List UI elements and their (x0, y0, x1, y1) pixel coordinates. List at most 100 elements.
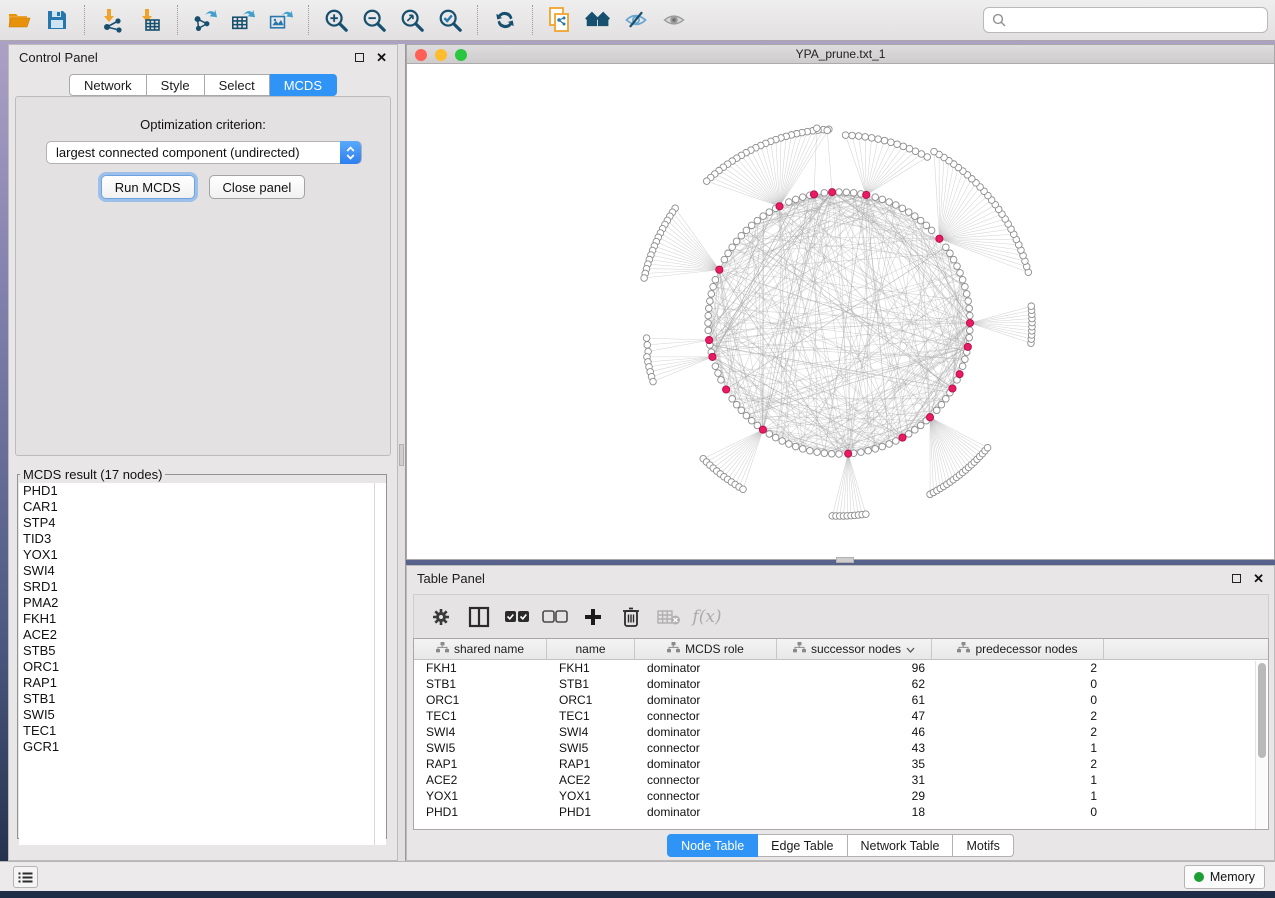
table-row[interactable]: TEC1TEC1connector472 (414, 708, 1268, 724)
first-neighbors-icon[interactable] (585, 7, 611, 33)
save-session-icon[interactable] (44, 7, 70, 33)
graph-node[interactable] (718, 377, 725, 384)
graph-node[interactable] (865, 447, 872, 454)
graph-node[interactable] (962, 283, 969, 290)
mcds-result-item[interactable]: PHD1 (19, 483, 374, 499)
graph-node[interactable] (705, 327, 712, 334)
float-panel-icon[interactable] (355, 53, 364, 62)
float-panel-icon[interactable] (1232, 574, 1241, 583)
task-history-button[interactable] (13, 866, 38, 888)
graph-node[interactable] (950, 256, 957, 263)
graph-node[interactable] (923, 222, 930, 229)
mcds-result-item[interactable]: STB1 (19, 691, 374, 707)
graph-node[interactable] (766, 209, 773, 216)
show-all-icon[interactable] (661, 7, 687, 33)
scrollbar-thumb[interactable] (1258, 663, 1266, 758)
tab-select[interactable]: Select (205, 74, 270, 96)
mcds-hub-node[interactable] (810, 191, 817, 198)
network-window-titlebar[interactable]: YPA_prune.txt_1 (407, 45, 1274, 64)
table-row[interactable]: SWI5SWI5connector431 (414, 740, 1268, 756)
graph-node[interactable] (738, 232, 745, 239)
mcds-result-item[interactable]: SWI5 (19, 707, 374, 723)
column-header-name[interactable]: name (547, 639, 635, 659)
table-row[interactable]: PHD1PHD1dominator180 (414, 804, 1268, 820)
open-file-icon[interactable] (6, 7, 32, 33)
mcds-hub-node[interactable] (899, 434, 906, 441)
graph-node[interactable] (959, 276, 966, 283)
mcds-result-item[interactable]: TEC1 (19, 723, 374, 739)
graph-node[interactable] (772, 434, 779, 441)
graph-leaf-node[interactable] (740, 486, 747, 493)
delete-column-icon[interactable] (616, 602, 646, 632)
zoom-fit-icon[interactable] (399, 7, 425, 33)
graph-node[interactable] (729, 244, 736, 251)
graph-node[interactable] (729, 396, 736, 403)
graph-node[interactable] (912, 213, 919, 220)
graph-node[interactable] (760, 213, 767, 220)
mcds-result-item[interactable]: TID3 (19, 531, 374, 547)
graph-node[interactable] (715, 370, 722, 377)
graph-node[interactable] (917, 217, 924, 224)
mcds-hub-node[interactable] (966, 319, 973, 326)
graph-node[interactable] (705, 320, 712, 327)
mcds-result-item[interactable]: CAR1 (19, 499, 374, 515)
graph-node[interactable] (821, 450, 828, 457)
mcds-hub-node[interactable] (949, 385, 956, 392)
select-all-icon[interactable] (502, 602, 532, 632)
graph-node[interactable] (748, 222, 755, 229)
graph-node[interactable] (733, 238, 740, 245)
column-header-successor-nodes[interactable]: successor nodes (777, 639, 932, 659)
optimization-dropdown[interactable]: largest connected component (undirected) (46, 141, 362, 164)
hide-selected-icon[interactable] (623, 7, 649, 33)
graph-node[interactable] (799, 446, 806, 453)
graph-node[interactable] (966, 334, 973, 341)
graph-leaf-node[interactable] (703, 178, 710, 185)
tab-node-table[interactable]: Node Table (667, 834, 758, 857)
graph-node[interactable] (886, 199, 893, 206)
tab-mcds[interactable]: MCDS (270, 74, 337, 96)
graph-node[interactable] (943, 396, 950, 403)
deselect-all-icon[interactable] (540, 602, 570, 632)
graph-node[interactable] (858, 449, 865, 456)
graph-node[interactable] (705, 312, 712, 319)
mcds-result-list[interactable]: PHD1CAR1STP4TID3YOX1SWI4SRD1PMA2FKH1ACE2… (19, 483, 375, 845)
zoom-selected-icon[interactable] (437, 7, 463, 33)
export-table-icon[interactable] (230, 7, 256, 33)
mcds-hub-node[interactable] (936, 235, 943, 242)
graph-node[interactable] (872, 194, 879, 201)
splitter-handle[interactable] (399, 444, 404, 466)
graph-node[interactable] (706, 305, 713, 312)
gear-icon[interactable] (426, 602, 456, 632)
search-input[interactable] (1012, 13, 1267, 28)
table-row[interactable]: ACE2ACE2connector311 (414, 772, 1268, 788)
graph-node[interactable] (786, 199, 793, 206)
graph-node[interactable] (712, 363, 719, 370)
column-header-predecessor-nodes[interactable]: predecessor nodes (932, 639, 1104, 659)
graph-leaf-node[interactable] (888, 139, 895, 146)
close-panel-button[interactable]: Close panel (209, 175, 306, 199)
export-network-icon[interactable] (192, 7, 218, 33)
graph-leaf-node[interactable] (644, 342, 651, 349)
graph-node[interactable] (792, 443, 799, 450)
add-column-icon[interactable] (578, 602, 608, 632)
graph-node[interactable] (743, 412, 750, 419)
table-scrollbar[interactable] (1255, 661, 1267, 829)
graph-node[interactable] (879, 196, 886, 203)
mcds-hub-node[interactable] (716, 266, 723, 273)
graph-node[interactable] (879, 443, 886, 450)
graph-node[interactable] (947, 250, 954, 257)
mcds-result-item[interactable]: FKH1 (19, 611, 374, 627)
graph-leaf-node[interactable] (650, 378, 657, 385)
graph-leaf-node[interactable] (863, 511, 870, 518)
mcds-result-item[interactable]: STP4 (19, 515, 374, 531)
tab-network-table[interactable]: Network Table (848, 834, 954, 857)
mcds-hub-node[interactable] (964, 343, 971, 350)
graph-node[interactable] (725, 250, 732, 257)
graph-node[interactable] (963, 291, 970, 298)
graph-leaf-node[interactable] (931, 148, 938, 155)
tab-edge-table[interactable]: Edge Table (758, 834, 847, 857)
graph-leaf-node[interactable] (868, 135, 875, 142)
graph-node[interactable] (966, 305, 973, 312)
mcds-result-item[interactable]: PMA2 (19, 595, 374, 611)
mcds-hub-node[interactable] (845, 450, 852, 457)
